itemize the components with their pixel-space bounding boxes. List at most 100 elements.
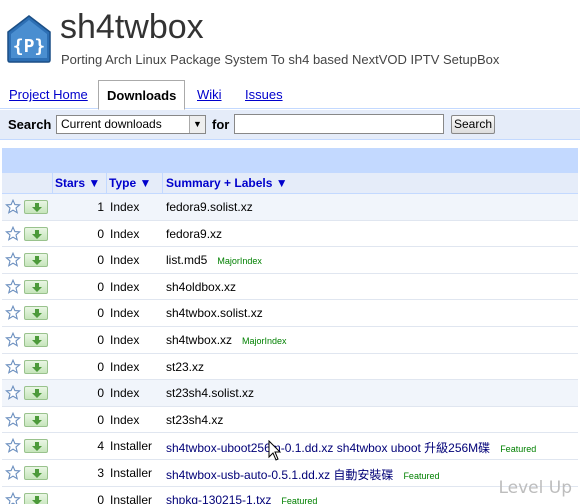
download-arrow-icon bbox=[32, 415, 42, 425]
row-stars: 0 bbox=[97, 359, 104, 374]
row-summary-text[interactable]: st23.xz bbox=[166, 360, 204, 374]
table-row[interactable]: 0 Index sh4oldbox.xz bbox=[2, 274, 578, 301]
project-summary: Porting Arch Linux Package System To sh4… bbox=[61, 52, 500, 67]
row-type: Index bbox=[110, 253, 140, 268]
mouse-cursor-icon bbox=[268, 440, 282, 461]
row-summary[interactable]: sh4twbox.solist.xz bbox=[166, 306, 263, 320]
project-tabs: Project Home Downloads Wiki Issues bbox=[0, 80, 580, 110]
row-summary-text[interactable]: sh4twbox.xz bbox=[166, 333, 232, 347]
download-arrow-icon bbox=[32, 229, 42, 239]
row-summary-text[interactable]: st23sh4.xz bbox=[166, 413, 223, 427]
download-arrow-icon bbox=[32, 362, 42, 372]
star-icon[interactable] bbox=[5, 358, 21, 375]
row-label[interactable]: MajorIndex bbox=[217, 256, 262, 266]
column-divider bbox=[162, 173, 163, 194]
row-summary[interactable]: list.md5 MajorIndex bbox=[166, 253, 262, 267]
table-row[interactable]: 4 Installer sh4twbox-uboot256m-0.1.dd.xz s… bbox=[2, 433, 578, 460]
table-row[interactable]: 0 Index list.md5 MajorIndex bbox=[2, 247, 578, 274]
download-button[interactable] bbox=[24, 332, 48, 347]
row-stars: 0 bbox=[97, 412, 104, 427]
row-stars: 0 bbox=[97, 279, 104, 294]
tab-issues[interactable]: Issues bbox=[245, 87, 283, 102]
download-button[interactable] bbox=[24, 226, 48, 241]
download-button[interactable] bbox=[24, 386, 48, 401]
star-icon[interactable] bbox=[5, 225, 21, 242]
download-arrow-icon bbox=[32, 203, 42, 212]
tab-downloads[interactable]: Downloads bbox=[98, 80, 186, 110]
project-name: sh4twbox bbox=[60, 8, 204, 46]
row-summary[interactable]: st23sh4.solist.xz bbox=[166, 386, 254, 400]
row-type: Installer bbox=[110, 465, 153, 480]
row-summary-text[interactable]: st23sh4.solist.xz bbox=[166, 386, 254, 400]
star-icon[interactable] bbox=[5, 385, 21, 401]
row-summary[interactable]: st23sh4.xz bbox=[166, 413, 223, 427]
tab-wiki[interactable]: Wiki bbox=[197, 87, 222, 102]
column-header-stars[interactable]: Stars ▼ bbox=[55, 176, 100, 190]
row-summary[interactable]: fedora9.xz bbox=[166, 227, 222, 241]
row-summary-text[interactable]: sh4twbox-usb-auto-0.5.1.dd.xz 自動安裝碟 bbox=[166, 468, 393, 482]
row-summary-text[interactable]: fedora9.solist.xz bbox=[166, 200, 253, 214]
column-header-summary[interactable]: Summary + Labels ▼ bbox=[166, 176, 288, 190]
table-row[interactable]: 3 Installer sh4twbox-usb-auto-0.5.1.dd.xz … bbox=[2, 460, 578, 487]
row-summary[interactable]: sh4oldbox.xz bbox=[166, 280, 236, 294]
row-label[interactable]: Featured bbox=[500, 444, 536, 454]
search-input[interactable] bbox=[234, 114, 444, 134]
row-summary[interactable]: sh4twbox.xz MajorIndex bbox=[166, 333, 287, 347]
download-button[interactable] bbox=[24, 492, 48, 504]
column-header-type[interactable]: Type ▼ bbox=[109, 176, 151, 190]
table-row[interactable]: 0 Index st23sh4.solist.xz bbox=[2, 380, 578, 407]
row-type: Index bbox=[110, 279, 140, 294]
download-arrow-icon bbox=[32, 282, 42, 292]
download-button[interactable] bbox=[24, 306, 48, 321]
row-summary-text[interactable]: sh4oldbox.xz bbox=[166, 280, 236, 294]
row-summary[interactable]: shpkg-130215-1.txz Featured bbox=[166, 493, 317, 504]
row-stars: 0 bbox=[97, 253, 104, 268]
download-button[interactable] bbox=[24, 253, 48, 268]
row-summary-text[interactable]: sh4twbox.solist.xz bbox=[166, 306, 263, 320]
table-row[interactable]: 0 Index fedora9.xz bbox=[2, 221, 578, 248]
star-icon[interactable] bbox=[5, 464, 21, 481]
download-button[interactable] bbox=[24, 359, 48, 374]
download-button[interactable] bbox=[24, 200, 48, 214]
row-summary-text[interactable]: fedora9.xz bbox=[166, 227, 222, 241]
star-icon[interactable] bbox=[5, 199, 21, 215]
table-row[interactable]: 0 Index sh4twbox.xz MajorIndex bbox=[2, 327, 578, 354]
row-summary[interactable]: sh4twbox-usb-auto-0.5.1.dd.xz 自動安裝碟 Featu… bbox=[166, 466, 439, 483]
row-summary-text[interactable]: list.md5 bbox=[166, 253, 207, 267]
star-icon[interactable] bbox=[5, 438, 21, 454]
row-type: Installer bbox=[110, 492, 153, 504]
row-summary[interactable]: fedora9.solist.xz bbox=[166, 200, 253, 214]
download-button[interactable] bbox=[24, 279, 48, 294]
row-stars: 0 bbox=[97, 306, 104, 321]
chevron-down-icon: ▼ bbox=[189, 116, 205, 133]
star-icon[interactable] bbox=[5, 278, 21, 295]
star-icon[interactable] bbox=[5, 331, 21, 348]
table-row[interactable]: 0 Index sh4twbox.solist.xz bbox=[2, 300, 578, 327]
tab-project-home[interactable]: Project Home bbox=[9, 87, 88, 102]
download-button[interactable] bbox=[24, 439, 48, 454]
row-label[interactable]: MajorIndex bbox=[242, 336, 287, 346]
row-summary-text[interactable]: shpkg-130215-1.txz bbox=[166, 493, 271, 504]
star-icon[interactable] bbox=[5, 252, 21, 268]
download-filter-select[interactable]: Current downloads ▼ bbox=[56, 115, 206, 134]
table-row[interactable]: 0 Installer shpkg-130215-1.txz Featured bbox=[2, 487, 578, 504]
star-icon[interactable] bbox=[5, 305, 21, 321]
search-for-label: for bbox=[212, 117, 230, 132]
star-icon[interactable] bbox=[5, 411, 21, 428]
search-button[interactable]: Search bbox=[451, 115, 495, 134]
download-button[interactable] bbox=[24, 465, 48, 480]
download-arrow-icon bbox=[32, 468, 42, 478]
table-row[interactable]: 0 Index st23sh4.xz bbox=[2, 407, 578, 434]
row-label[interactable]: Featured bbox=[403, 471, 439, 481]
table-row[interactable]: 1 Index fedora9.solist.xz bbox=[2, 194, 578, 221]
row-summary[interactable]: sh4twbox-uboot256m-0.1.dd.xz sh4twbox ub… bbox=[166, 439, 536, 456]
star-icon[interactable] bbox=[5, 491, 21, 504]
downloads-table: Stars ▼ Type ▼ Summary + Labels ▼ 1 Index… bbox=[2, 173, 578, 504]
row-summary-text[interactable]: sh4twbox-uboot256m-0.1.dd.xz sh4twbox ub… bbox=[166, 441, 490, 455]
table-row[interactable]: 0 Index st23.xz bbox=[2, 354, 578, 381]
download-button[interactable] bbox=[24, 412, 48, 427]
row-summary[interactable]: st23.xz bbox=[166, 360, 204, 374]
row-label[interactable]: Featured bbox=[281, 496, 317, 504]
row-type: Index bbox=[110, 306, 140, 321]
download-arrow-icon bbox=[32, 389, 42, 399]
